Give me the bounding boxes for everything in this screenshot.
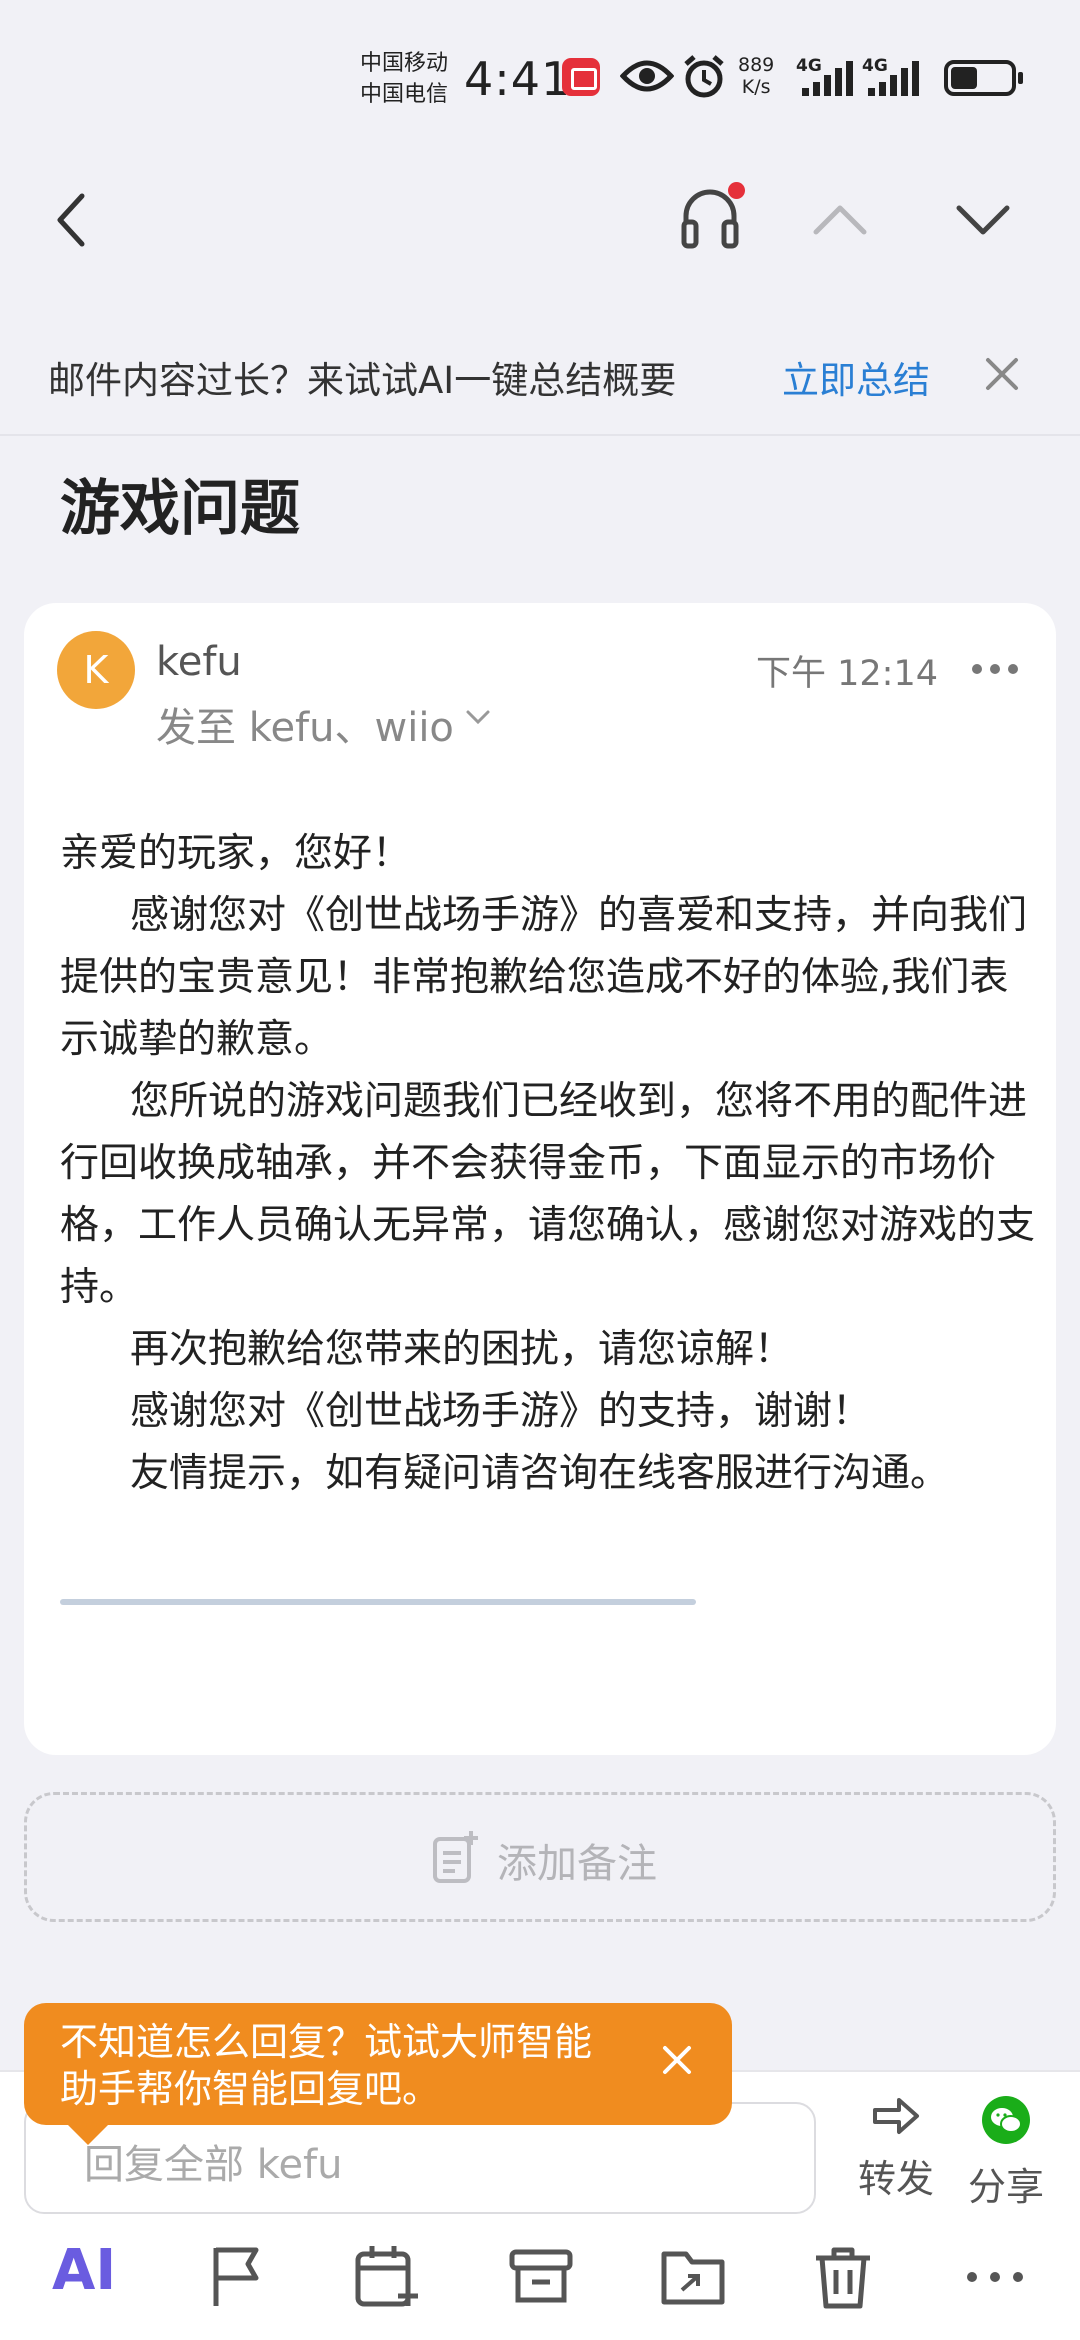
- share-label: 分享: [967, 2165, 1044, 2209]
- add-note-label: 添加备注: [497, 1841, 657, 1887]
- notification-dot: [728, 182, 745, 199]
- battery-icon: [944, 60, 1023, 96]
- body-paragraph: 友情提示，如有疑问请咨询在线客服进行沟通。: [130, 1451, 950, 1496]
- more-icon[interactable]: [960, 2242, 1030, 2312]
- recipients[interactable]: 发至 kefu、wiio: [156, 695, 454, 753]
- sender-name[interactable]: kefu: [156, 639, 242, 685]
- back-icon[interactable]: [48, 190, 98, 250]
- signature-divider: [60, 1599, 696, 1605]
- summarize-now-link[interactable]: 立即总结: [782, 350, 930, 404]
- avatar[interactable]: K: [57, 631, 135, 709]
- ai-summary-banner: 邮件内容过长？来试试AI一键总结概要 立即总结: [0, 328, 1080, 420]
- more-icon[interactable]: [970, 661, 1020, 677]
- add-note-button[interactable]: 添加备注: [24, 1792, 1056, 1922]
- net-speed-value: 889: [738, 54, 775, 76]
- move-folder-icon[interactable]: [658, 2242, 728, 2312]
- body-paragraph: 感谢您对《创世战场手游》的喜爱和支持，并向我们提供的宝贵意见！非常抱歉给您造成不…: [60, 893, 1028, 1062]
- signal-icon: [802, 61, 853, 96]
- trash-icon[interactable]: [808, 2242, 878, 2312]
- alarm-icon: [684, 55, 724, 98]
- chevron-up-icon[interactable]: [812, 200, 868, 240]
- body-paragraph: 亲爱的玩家，您好！: [60, 831, 412, 876]
- mail-body: 亲爱的玩家，您好！ 感谢您对《创世战场手游》的喜爱和支持，并向我们提供的宝贵意见…: [60, 823, 1040, 1505]
- ai-reply-tooltip: 不知道怎么回复？试试大师智能助手帮你智能回复吧。: [24, 2003, 732, 2145]
- flag-icon[interactable]: [202, 2242, 272, 2312]
- net-speed: 889 K/s: [738, 54, 774, 98]
- app-badge-icon: [562, 58, 600, 96]
- divider: [0, 434, 1080, 436]
- body-paragraph: 感谢您对《创世战场手游》的支持，谢谢！: [130, 1389, 872, 1434]
- tooltip-text: 不知道怎么回复？试试大师智能助手帮你智能回复吧。: [60, 2020, 593, 2111]
- body-paragraph: 您所说的游戏问题我们已经收到，您将不用的配件进行回收换成轴承，并不会获得金币，下…: [60, 1079, 1036, 1310]
- carrier-2: 中国电信: [360, 82, 449, 107]
- carrier-labels: 中国移动 中国电信: [360, 48, 448, 110]
- bottom-toolbar: AI: [0, 2228, 1080, 2328]
- status-time: 4:41: [464, 52, 572, 106]
- net-speed-unit: K/s: [741, 76, 771, 98]
- carrier-1: 中国移动: [360, 51, 449, 76]
- close-icon[interactable]: [980, 352, 1024, 396]
- body-paragraph: 再次抱歉给您带来的困扰，请您谅解！: [130, 1327, 794, 1372]
- archive-icon[interactable]: [506, 2242, 576, 2312]
- forward-button[interactable]: 转发: [846, 2096, 946, 2203]
- ai-icon[interactable]: AI: [52, 2238, 122, 2308]
- forward-icon: [873, 2098, 919, 2134]
- calendar-add-icon[interactable]: [352, 2242, 422, 2312]
- ai-banner-text: 邮件内容过长？来试试AI一键总结概要: [48, 359, 677, 402]
- signal-icon: [868, 61, 919, 96]
- close-icon[interactable]: [660, 2043, 694, 2077]
- eye-icon: [620, 60, 674, 92]
- share-button[interactable]: 分享: [956, 2096, 1056, 2211]
- note-add-icon: [433, 1831, 478, 1883]
- mail-subject: 游戏问题: [60, 474, 300, 544]
- reply-placeholder: 回复全部 kefu: [84, 2142, 343, 2188]
- chevron-down-icon[interactable]: [464, 707, 492, 727]
- wechat-icon: [982, 2096, 1030, 2144]
- mail-time: 下午 12:14: [756, 654, 938, 694]
- status-bar: 中国移动 中国电信 4:41 889 K/s 4G 4G: [0, 0, 1080, 150]
- chevron-down-icon[interactable]: [955, 200, 1011, 240]
- forward-label: 转发: [857, 2157, 934, 2201]
- mail-card: K kefu 发至 kefu、wiio 下午 12:14 亲爱的玩家，您好！ 感…: [24, 603, 1056, 1755]
